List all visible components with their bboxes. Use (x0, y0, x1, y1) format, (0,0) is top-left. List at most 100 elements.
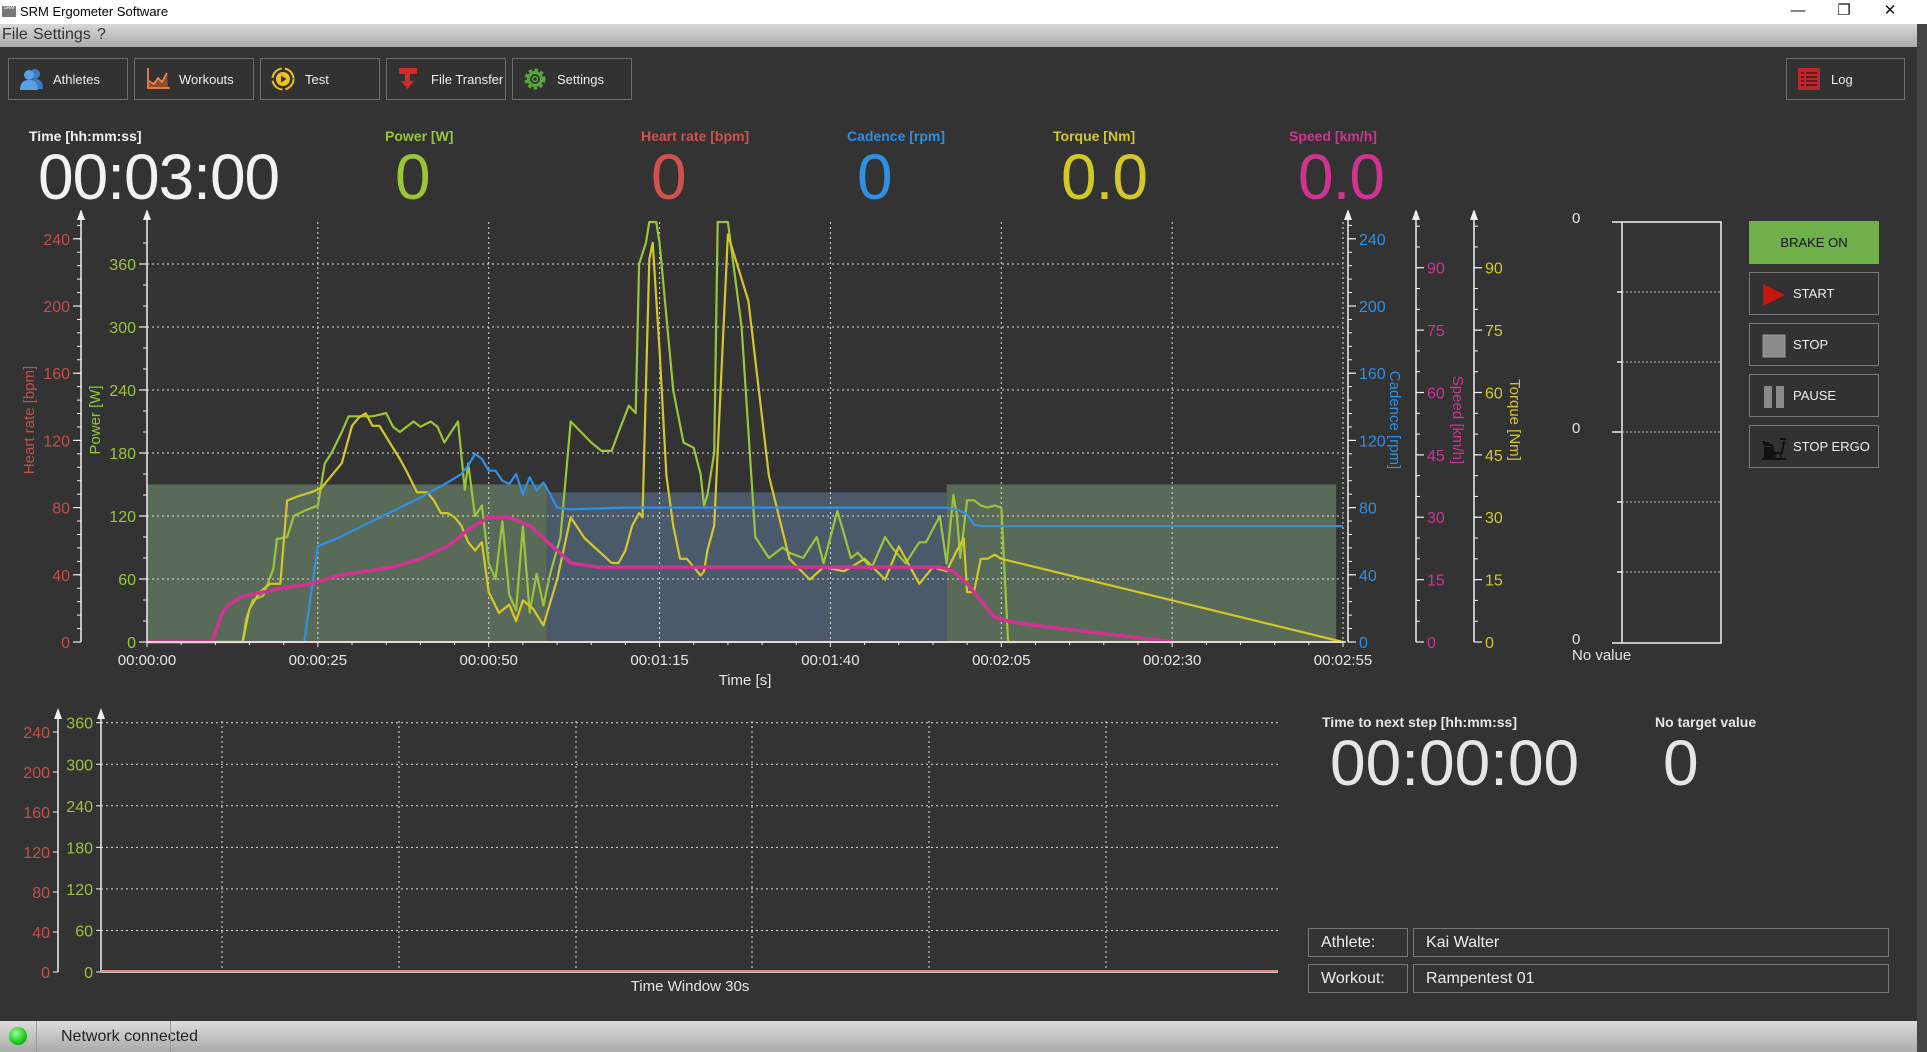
power-axis-arrow-icon (143, 210, 151, 220)
power-tick-label: 120 (66, 882, 93, 899)
cadence-tick-label: 0 (1359, 635, 1368, 652)
power-tick-label: 300 (109, 320, 136, 337)
athlete-label: Athlete: (1308, 928, 1408, 957)
brake-on-button[interactable]: BRAKE ON (1749, 221, 1879, 264)
athletes-label: Athletes (53, 72, 100, 87)
power-tick-label: 360 (66, 716, 93, 733)
power-axis-title: Power [W] (87, 385, 104, 454)
speed-tick-label: 60 (1427, 385, 1445, 402)
workouts-button[interactable]: Workouts (134, 58, 254, 100)
hr-tick-label: 120 (23, 845, 50, 862)
athlete-field[interactable]: Kai Walter (1413, 928, 1889, 957)
metric-cadence-value: 0 (857, 141, 893, 213)
menu-help[interactable]: ? (97, 26, 106, 44)
athletes-icon (20, 69, 43, 90)
x-tick-label: 00:02:30 (1143, 652, 1201, 669)
stop-label: STOP (1793, 337, 1829, 352)
log-label: Log (1831, 72, 1853, 87)
menu-file[interactable]: File (2, 26, 28, 44)
hr-tick-label: 80 (52, 501, 70, 518)
app-logo-icon: SRM (2, 6, 16, 17)
cadence-tick-label: 120 (1359, 433, 1386, 450)
power-axis-arrow-icon (97, 708, 105, 719)
metric-time-value: 00:03:00 (38, 141, 280, 213)
menu-settings[interactable]: Settings (33, 26, 91, 44)
log-list-icon (1798, 68, 1820, 90)
speed-axis-title: Speed [km/h] (1449, 376, 1466, 464)
restore-button[interactable]: ❐ (1821, 0, 1867, 24)
metric-power-value: 0 (395, 141, 431, 213)
file-transfer-button[interactable]: File Transfer (386, 58, 506, 100)
torque-axis-arrow-icon (1470, 210, 1478, 220)
workouts-chart-icon (147, 68, 170, 89)
file-transfer-icon (399, 68, 417, 89)
cadence-tick-label: 240 (1359, 232, 1386, 249)
power-tick-label: 300 (66, 757, 93, 774)
play-icon (1763, 284, 1785, 306)
brake-on-label: BRAKE ON (1780, 235, 1848, 250)
hr-tick-label: 0 (41, 965, 50, 982)
target-value: 0 (1663, 727, 1699, 799)
workout-zone-1 (147, 484, 547, 642)
time-window-chart: 0 40 80 120 160 200 240 0 60 120 180 240 300 360 Time… (23, 708, 1278, 995)
network-status-indicator-icon (9, 1027, 27, 1045)
minimize-button[interactable]: — (1775, 0, 1821, 24)
cadence-tick-label: 200 (1359, 299, 1386, 316)
hr-axis-arrow-icon (77, 210, 85, 220)
power-tick-label: 180 (109, 446, 136, 463)
torque-tick-label: 45 (1485, 448, 1503, 465)
speed-tick-label: 15 (1427, 573, 1445, 590)
speed-tick-label: 0 (1427, 635, 1436, 652)
pause-button[interactable]: PAUSE (1749, 374, 1879, 417)
window-edge (1917, 24, 1927, 1052)
stop-ergo-label: STOP ERGO (1793, 439, 1870, 454)
x-tick-label: 00:00:50 (460, 652, 518, 669)
test-button[interactable]: Test (260, 58, 380, 100)
file-transfer-label: File Transfer (431, 72, 504, 87)
torque-tick-label: 60 (1485, 385, 1503, 402)
start-button[interactable]: START (1749, 272, 1879, 315)
speed-tick-label: 75 (1427, 323, 1445, 340)
torque-tick-label: 75 (1485, 323, 1503, 340)
gauge-bar (1612, 221, 1722, 644)
workout-field[interactable]: Rampentest 01 (1413, 964, 1889, 993)
x-tick-label: 00:02:05 (972, 652, 1030, 669)
x-tick-label: 00:01:40 (801, 652, 859, 669)
torque-tick-label: 15 (1485, 573, 1503, 590)
hr-axis-title: Heart rate [bpm] (21, 366, 38, 474)
pause-label: PAUSE (1793, 388, 1837, 403)
log-button[interactable]: Log (1786, 58, 1905, 100)
power-tick-label: 60 (75, 923, 93, 940)
test-play-icon (271, 67, 295, 91)
gauge-top-label: 0 (1572, 210, 1581, 227)
window-title: SRM Ergometer Software (20, 4, 169, 19)
hr-tick-label: 40 (32, 925, 50, 942)
athletes-button[interactable]: Athletes (8, 58, 128, 100)
hr-tick-label: 240 (43, 232, 70, 249)
x-tick-label: 00:00:00 (118, 652, 176, 669)
stop-ergo-button[interactable]: STOP ERGO (1749, 425, 1879, 468)
hr-tick-label: 160 (43, 366, 70, 383)
settings-button[interactable]: Settings (512, 58, 632, 100)
stop-button[interactable]: STOP (1749, 323, 1879, 366)
torque-axis-title: Torque [Nm] (1506, 379, 1523, 461)
speed-tick-label: 45 (1427, 448, 1445, 465)
power-tick-label: 240 (109, 383, 136, 400)
settings-gear-icon (524, 68, 546, 90)
torque-tick-label: 0 (1485, 635, 1494, 652)
torque-tick-label: 90 (1485, 261, 1503, 278)
time-window-label: Time Window 30s (631, 978, 750, 995)
x-axis-label: Time [s] (719, 672, 772, 689)
hr-tick-label: 0 (61, 635, 70, 652)
hr-tick-label: 80 (32, 885, 50, 902)
speed-tick-label: 30 (1427, 510, 1445, 527)
next-step-value: 00:00:00 (1330, 727, 1580, 799)
power-tick-label: 240 (66, 799, 93, 816)
close-button[interactable]: ✕ (1867, 0, 1913, 24)
gauge-caption: No value (1572, 647, 1632, 664)
speed-axis-arrow-icon (1412, 210, 1420, 220)
cadence-axis-title: Cadence [rpm] (1386, 371, 1403, 469)
hr-tick-label: 200 (23, 765, 50, 782)
metric-torque-value: 0.0 (1061, 141, 1148, 213)
gauge-mid-label: 0 (1572, 420, 1581, 437)
